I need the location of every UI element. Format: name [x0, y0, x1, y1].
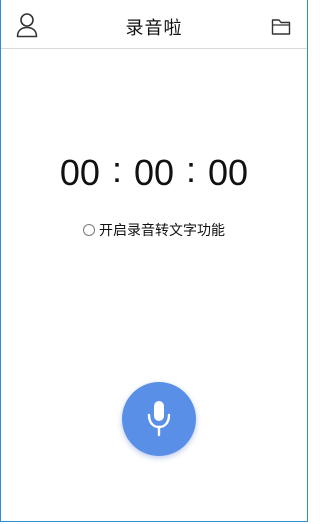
timer-minutes: 00 [133, 152, 175, 193]
top-bar: 录音啦 [1, 0, 307, 49]
recording-timer: 00 : 00 : 00 [1, 149, 307, 194]
timer-hours: 00 [59, 152, 100, 193]
timer-separator: : [111, 149, 122, 190]
app-screen: 录音啦 00 : 00 : 00 开启录音转文字功能 [0, 0, 308, 522]
transcription-radio[interactable] [83, 224, 95, 236]
microphone-icon [147, 401, 171, 437]
timer-separator: : [186, 149, 197, 190]
files-button[interactable] [271, 18, 291, 36]
page-title: 录音啦 [125, 18, 183, 39]
record-button[interactable] [122, 382, 196, 456]
timer-seconds: 00 [208, 152, 249, 193]
transcription-toggle[interactable]: 开启录音转文字功能 [1, 220, 307, 240]
folder-icon [271, 19, 291, 35]
transcription-label: 开启录音转文字功能 [99, 223, 225, 239]
